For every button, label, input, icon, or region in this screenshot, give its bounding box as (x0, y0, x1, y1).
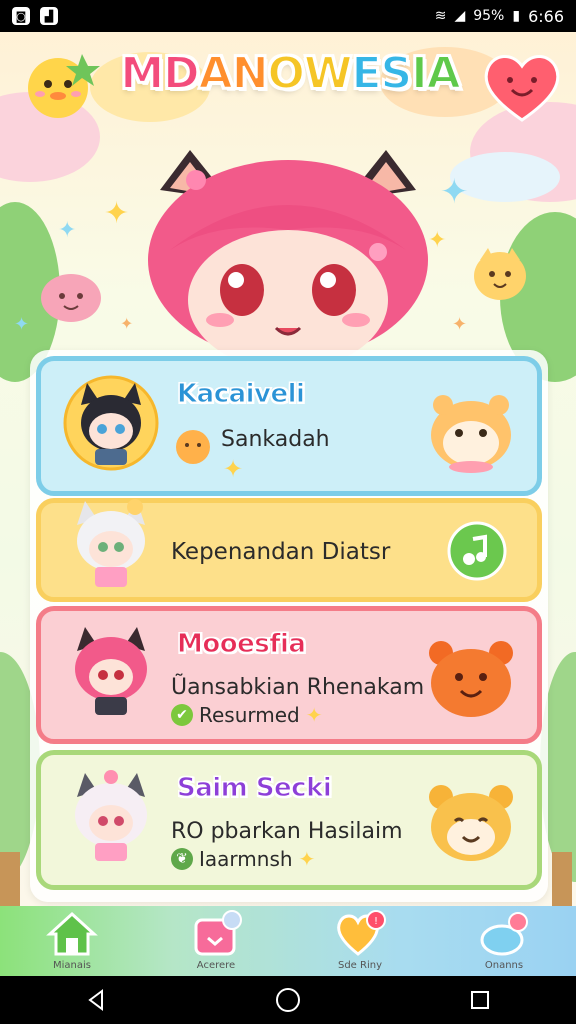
nav-calendar[interactable]: Acerere (144, 906, 288, 976)
orange-chick-icon (176, 430, 210, 464)
status-text: Iaarmnsh (199, 847, 293, 871)
nav-label: Sde Riny (337, 960, 382, 971)
check-icon: ✔ (171, 704, 193, 726)
favorite-heart-button[interactable] (480, 46, 564, 126)
home-circle-icon (276, 988, 300, 1012)
sparkle-icon: ✦ (104, 196, 130, 231)
nav-label: Acerere (196, 960, 236, 971)
status-bar: ◙ ▟ ≋ ◢ 95% ▮ 6:66 (0, 0, 576, 32)
duck-mascot-icon (28, 54, 100, 118)
hero-character-image (148, 150, 428, 360)
character-avatar (63, 375, 159, 471)
cell-signal-icon: ◢ (454, 8, 466, 24)
title-part: OW (267, 47, 354, 100)
character-card[interactable]: Mooesfia Ũansabkian Rhenakam ✔ Resurmed … (36, 606, 542, 744)
status-text: Resurmed (199, 703, 300, 727)
character-name: Kacaiveli (176, 379, 305, 410)
character-avatar (75, 770, 147, 861)
bottom-navigation: Mianais Acerere ! Sde Riny Onanns (0, 906, 576, 976)
back-triangle-icon (88, 989, 103, 1011)
home-button[interactable] (258, 980, 318, 1020)
tree-trunk (0, 852, 20, 906)
music-note-icon[interactable] (445, 519, 509, 583)
system-navigation-bar (0, 976, 576, 1024)
status-right: ≋ ◢ 95% ▮ 6:66 (435, 7, 564, 26)
recents-button[interactable] (450, 980, 510, 1020)
tree-trunk (552, 852, 572, 906)
notification-icons: ◙ ▟ (12, 7, 58, 25)
notification-app-icon: ◙ (12, 7, 30, 25)
calendar-icon (194, 910, 242, 956)
home-icon (46, 911, 98, 956)
sparkle-icon: ✦ (223, 455, 244, 483)
nav-favorites[interactable]: ! Sde Riny (288, 906, 432, 976)
title-part: MD (119, 47, 200, 100)
back-button[interactable] (66, 980, 126, 1020)
status-line: ❦ Iaarmnsh ✦ (171, 847, 315, 871)
heart-icon: ! (337, 910, 386, 956)
app-title: MDANOWESIA (110, 47, 470, 100)
character-info: Ũansabkian Rhenakam (171, 675, 425, 700)
wifi-icon: ≋ (434, 8, 447, 24)
tiger-cat-mascot-icon (429, 785, 513, 861)
sparkle-icon: ✦ (298, 847, 316, 871)
character-name: Saim Secki (176, 773, 332, 804)
cloud-icon (480, 912, 528, 956)
recents-square-icon (471, 991, 489, 1009)
character-card[interactable]: Kacaiveli Sankadah ✦ (36, 356, 542, 496)
character-info: RO pbarkan Hasilaim (171, 819, 403, 844)
hamster-mascot-icon (431, 395, 511, 473)
character-info: Sankadah (221, 427, 330, 452)
character-card[interactable]: Kepenandan Diatsr (36, 498, 542, 602)
title-part: AN (198, 47, 270, 100)
nav-home[interactable]: Mianais (0, 906, 144, 976)
character-avatar (77, 499, 145, 587)
nav-cloud[interactable]: Onanns (432, 906, 576, 976)
sparkle-icon: ✦ (305, 703, 323, 727)
character-avatar (75, 627, 147, 715)
nav-label: Onanns (484, 960, 524, 971)
leaf-icon: ❦ (171, 848, 193, 870)
svg-text:!: ! (374, 916, 378, 927)
title-part: IA (410, 47, 461, 100)
sparkle-icon: ✦ (58, 218, 77, 243)
character-card[interactable]: Saim Secki RO pbarkan Hasilaim ❦ Iaarmns… (36, 750, 542, 890)
notification-app-icon-2: ▟ (40, 7, 58, 25)
character-name: Mooesfia (176, 629, 306, 660)
title-part: ES (350, 47, 413, 100)
yellow-cat-sticker-icon (474, 248, 526, 300)
pink-heart-blob-icon (41, 274, 101, 322)
nav-label: Mianais (53, 960, 91, 971)
status-line: ✔ Resurmed ✦ (171, 703, 323, 727)
sparkle-icon: ✦ (452, 314, 468, 335)
sparkle-icon: ✦ (14, 314, 30, 335)
battery-icon: ▮ (512, 8, 521, 24)
clock: 6:66 (528, 6, 564, 26)
orange-bear-mascot-icon (429, 641, 513, 717)
battery-percent: 95% (473, 8, 505, 24)
character-info: Kepenandan Diatsr (171, 539, 391, 565)
